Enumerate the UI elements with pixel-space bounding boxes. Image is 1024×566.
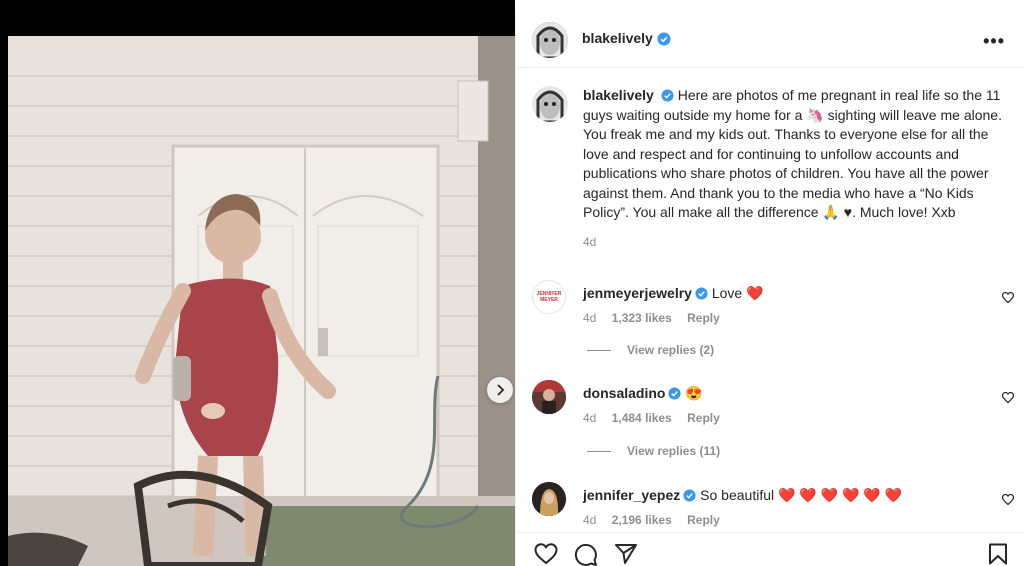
caption-age[interactable]: 4d xyxy=(583,233,1003,253)
comment-meta: 4d 1,484 likes Reply xyxy=(583,411,732,425)
bookmark-icon[interactable] xyxy=(988,543,1008,565)
left-edge xyxy=(0,36,8,566)
comment-text: So beautiful ❤️ ❤️ ❤️ ❤️ ❤️ ❤️ xyxy=(700,487,903,503)
post-photo[interactable] xyxy=(8,36,515,566)
author-avatar[interactable] xyxy=(532,22,568,58)
photo-illustration xyxy=(8,36,515,566)
comment-item: JENNIFER MEYER jenmeyerjewelry Love ❤️ 4… xyxy=(532,280,1014,340)
paper-plane-icon[interactable] xyxy=(614,543,638,565)
view-replies-button[interactable]: View replies (11) xyxy=(587,444,720,458)
reply-button[interactable]: Reply xyxy=(687,411,720,425)
verified-badge-icon xyxy=(661,89,674,102)
comment-like-icon[interactable] xyxy=(1002,292,1014,304)
comment-username[interactable]: jennifer_yepez xyxy=(583,487,680,503)
comment-likes[interactable]: 1,323 likes xyxy=(612,311,672,325)
post-header: blakelively ••• xyxy=(516,10,1024,68)
comment-bubble-icon[interactable] xyxy=(574,543,598,566)
avatar-image xyxy=(532,380,566,414)
view-replies-label: View replies (11) xyxy=(627,444,721,458)
view-replies-button[interactable]: View replies (2) xyxy=(587,343,714,357)
verified-badge-icon xyxy=(668,387,681,400)
post-action-bar xyxy=(516,532,1024,566)
comment-age[interactable]: 4d xyxy=(583,311,596,325)
comment-text: 😍 xyxy=(685,385,703,401)
comment-like-icon[interactable] xyxy=(1002,392,1014,404)
comment-line: jennifer_yepez So beautiful ❤️ ❤️ ❤️ ❤️ … xyxy=(583,487,902,504)
comment-like-icon[interactable] xyxy=(1002,494,1014,506)
post-details-panel: blakelively ••• blakelively Here are pho… xyxy=(515,10,1024,566)
comment-line: jenmeyerjewelry Love ❤️ xyxy=(583,285,764,302)
verified-badge-icon xyxy=(683,489,696,502)
avatar-image xyxy=(532,482,566,516)
comment-likes[interactable]: 1,484 likes xyxy=(612,411,672,425)
commenter-avatar[interactable]: JENNIFER MEYER xyxy=(532,280,566,314)
avatar-logo-text: JENNIFER MEYER xyxy=(536,291,562,303)
comment-username[interactable]: jenmeyerjewelry xyxy=(583,285,692,301)
verified-badge-icon xyxy=(657,32,671,46)
more-options-icon[interactable]: ••• xyxy=(983,31,1005,52)
caption-text: blakelively Here are photos of me pregna… xyxy=(583,86,1003,252)
avatar-image xyxy=(532,86,568,122)
comment-username[interactable]: donsaladino xyxy=(583,385,665,401)
chevron-right-icon xyxy=(497,384,505,396)
commenter-avatar[interactable] xyxy=(532,482,566,516)
comment-meta: 4d 1,323 likes Reply xyxy=(583,311,732,325)
caption-body: Here are photos of me pregnant in real l… xyxy=(583,87,1002,220)
commenter-avatar[interactable] xyxy=(532,380,566,414)
comment-item: donsaladino 😍 4d 1,484 likes Reply xyxy=(532,380,1014,440)
top-bar-right xyxy=(515,0,1024,10)
caption-username[interactable]: blakelively xyxy=(583,87,654,103)
comment-age[interactable]: 4d xyxy=(583,513,596,527)
verified-badge-icon xyxy=(695,287,708,300)
view-replies-label: View replies (2) xyxy=(627,343,715,357)
author-username[interactable]: blakelively xyxy=(582,30,653,46)
comment-text: Love ❤️ xyxy=(711,285,764,301)
reply-button[interactable]: Reply xyxy=(687,513,720,527)
comment-likes[interactable]: 2,196 likes xyxy=(612,513,672,527)
carousel-next-button[interactable] xyxy=(487,377,513,403)
replies-dash xyxy=(587,349,611,351)
reply-button[interactable]: Reply xyxy=(687,311,720,325)
comment-meta: 4d 2,196 likes Reply xyxy=(583,513,732,527)
heart-outline-icon[interactable] xyxy=(534,543,558,565)
comment-age[interactable]: 4d xyxy=(583,411,596,425)
comment-line: donsaladino 😍 xyxy=(583,385,703,402)
caption-author-avatar[interactable] xyxy=(532,86,568,122)
replies-dash xyxy=(587,450,611,452)
avatar-image xyxy=(532,22,568,58)
